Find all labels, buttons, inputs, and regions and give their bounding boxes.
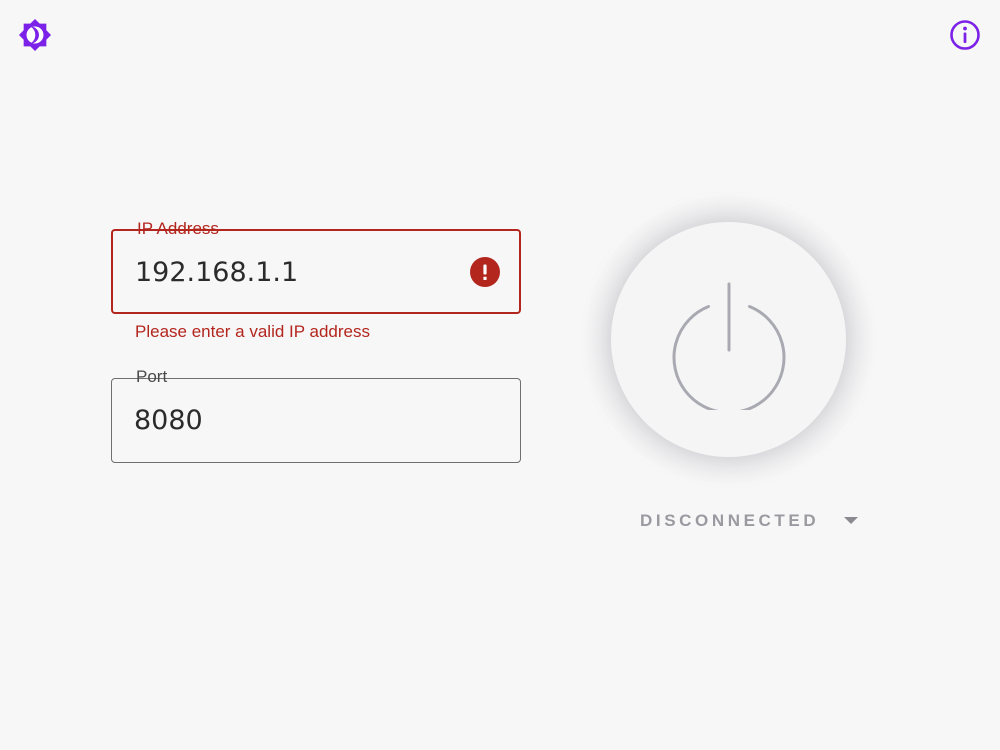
port-field: Port — [111, 367, 521, 463]
app-window: IP Address Please enter a valid IP addre… — [0, 0, 1000, 750]
info-icon — [950, 20, 980, 50]
brightness-icon — [18, 18, 52, 52]
ip-address-label: IP Address — [137, 219, 219, 238]
connection-status-text: DISCONNECTED — [640, 511, 820, 530]
theme-toggle-button[interactable] — [18, 18, 52, 52]
ip-address-error-text: Please enter a valid IP address — [135, 322, 370, 341]
connection-status-dropdown[interactable]: DISCONNECTED — [640, 511, 859, 531]
info-button[interactable] — [948, 18, 982, 52]
ip-address-input[interactable] — [135, 254, 455, 290]
ip-address-field: IP Address — [111, 219, 521, 314]
chevron-down-icon — [843, 516, 859, 526]
power-icon — [672, 282, 785, 410]
port-input[interactable] — [134, 402, 454, 438]
power-button[interactable] — [611, 222, 846, 457]
port-label: Port — [136, 367, 168, 386]
error-icon — [470, 257, 500, 287]
